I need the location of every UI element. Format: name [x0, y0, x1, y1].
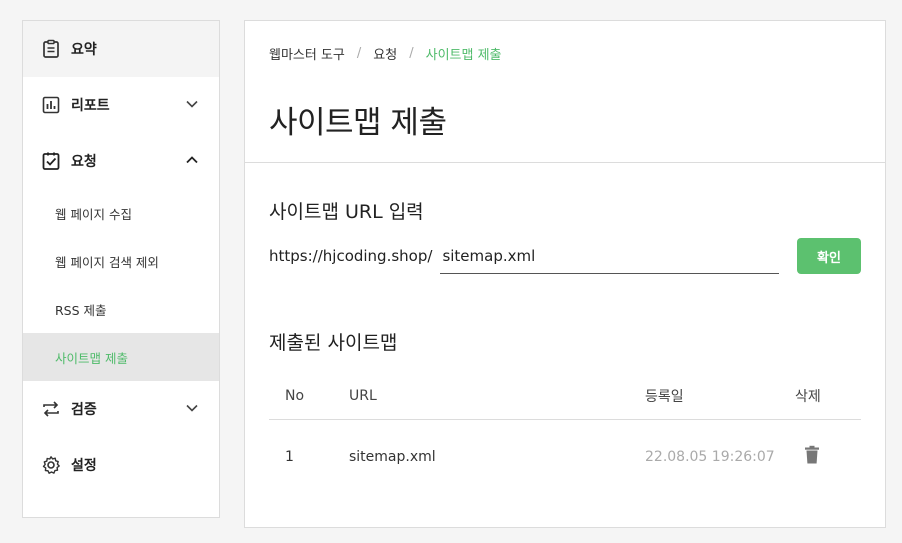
sidebar-subitem-rss[interactable]: RSS 제출 [23, 285, 219, 333]
section-title-submitted: 제출된 사이트맵 [269, 332, 398, 354]
cell-no: 1 [285, 449, 294, 466]
breadcrumb-item-request[interactable]: 요청 [373, 44, 397, 63]
sidebar-subitem-sitemap[interactable]: 사이트맵 제출 [23, 333, 219, 381]
column-header-delete: 삭제 [793, 373, 861, 420]
sitemap-input-section: 사이트맵 URL 입력 https://hjcoding.shop/ 확인 제출… [245, 197, 885, 495]
breadcrumb-separator: / [409, 45, 414, 61]
column-header-url: URL [349, 373, 645, 420]
section-title-input: 사이트맵 URL 입력 [269, 201, 424, 223]
sidebar-item-report[interactable]: 리포트 [23, 77, 219, 133]
sidebar-item-label: 설정 [71, 458, 97, 474]
cell-delete [793, 419, 861, 495]
sidebar-item-request[interactable]: 요청 [23, 133, 219, 189]
sidebar-item-summary[interactable]: 요약 [23, 21, 219, 77]
cell-date: 22.08.05 19:26:07 [645, 449, 775, 466]
sitemap-url-input[interactable] [440, 238, 780, 274]
main-panel: 웹마스터 도구 / 요청 / 사이트맵 제출 사이트맵 제출 사이트맵 URL … [244, 20, 886, 528]
chart-icon [41, 95, 61, 115]
sidebar-item-label: 요청 [71, 154, 97, 170]
breadcrumb-item-webmaster[interactable]: 웹마스터 도구 [269, 44, 345, 63]
chevron-down-icon[interactable] [185, 401, 199, 415]
sidebar-subitem-crawl[interactable]: 웹 페이지 수집 [23, 189, 219, 237]
breadcrumb: 웹마스터 도구 / 요청 / 사이트맵 제출 [269, 43, 861, 63]
submitted-sitemap-table: No URL 등록일 삭제 1 sitemap.xml 22.08.05 19:… [269, 373, 861, 495]
sidebar-item-verify[interactable]: 검증 [23, 381, 219, 437]
table-header-row: No URL 등록일 삭제 [269, 373, 861, 420]
table-row: 1 sitemap.xml 22.08.05 19:26:07 [269, 419, 861, 495]
sidebar-item-label: 검증 [71, 402, 97, 418]
confirm-button[interactable]: 확인 [797, 238, 861, 274]
trash-icon[interactable] [803, 445, 821, 465]
clipboard-check-icon [41, 151, 61, 171]
url-row: https://hjcoding.shop/ 확인 [269, 238, 861, 274]
sidebar-subitem-exclude[interactable]: 웹 페이지 검색 제외 [23, 237, 219, 285]
page-title: 사이트맵 제출 [269, 105, 447, 141]
url-prefix: https://hjcoding.shop/ [269, 247, 433, 265]
chevron-up-icon[interactable] [185, 153, 199, 167]
sidebar-item-settings[interactable]: 설정 [23, 437, 219, 493]
clipboard-icon [41, 39, 61, 59]
cell-url: sitemap.xml [349, 449, 436, 466]
column-header-date: 등록일 [645, 373, 793, 420]
sidebar: 요약 리포트 요청 웹 페이지 수집 웹 페이지 검색 제외 RSS 제출 사이… [22, 20, 220, 518]
gear-icon [41, 455, 61, 475]
sidebar-item-label: 리포트 [71, 98, 110, 114]
column-header-no: No [269, 373, 349, 420]
chevron-down-icon[interactable] [185, 97, 199, 111]
breadcrumb-separator: / [356, 45, 362, 61]
sidebar-item-label: 요약 [71, 42, 97, 58]
breadcrumb-item-current: 사이트맵 제출 [425, 47, 502, 63]
page-header: 웹마스터 도구 / 요청 / 사이트맵 제출 사이트맵 제출 [245, 21, 885, 163]
repeat-icon [41, 399, 61, 419]
